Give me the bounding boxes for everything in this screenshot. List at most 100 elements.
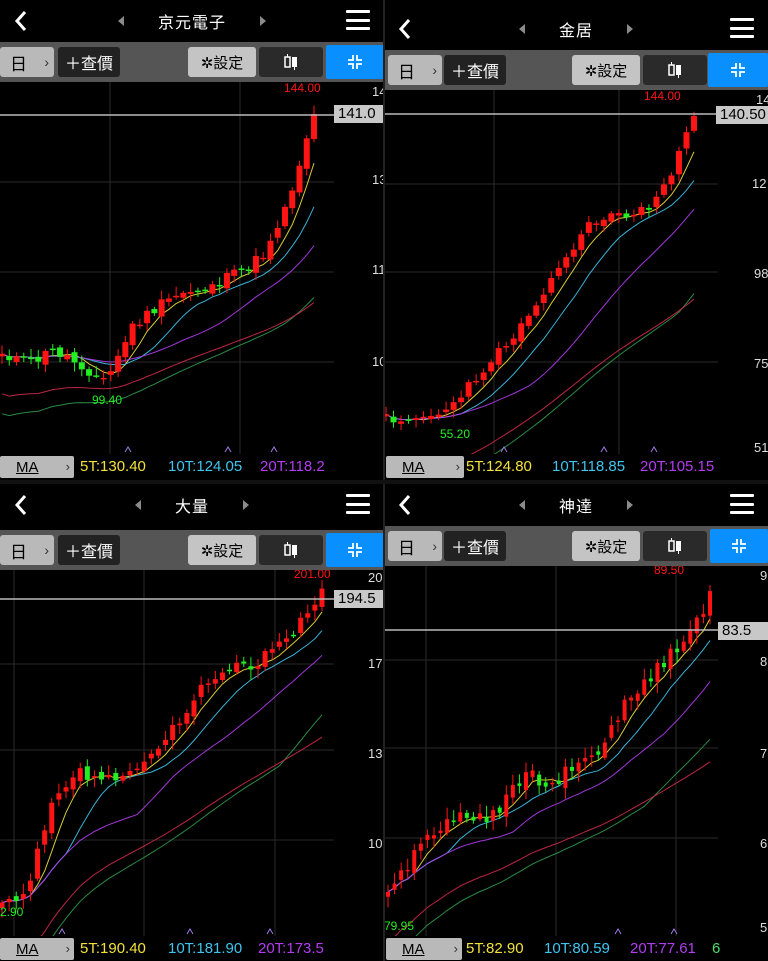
hamburger-menu-icon[interactable] [346, 10, 370, 30]
candlestick-chart[interactable]: 144.00 55.20 [384, 90, 768, 454]
focus-mode-button[interactable] [710, 529, 768, 563]
prev-stock-arrow-icon[interactable] [134, 500, 141, 510]
candle-body [443, 409, 450, 413]
candle-body [589, 755, 594, 758]
candle-body [311, 114, 317, 140]
ma-select-button[interactable]: MA › [0, 456, 74, 478]
moving-average-line [385, 208, 695, 421]
candle-body [609, 725, 614, 738]
prev-stock-arrow-icon[interactable] [117, 16, 124, 26]
period-label: 日 [398, 538, 415, 558]
y-axis-label: 20 [368, 570, 383, 585]
candle-body [165, 298, 172, 302]
focus-mode-button[interactable] [708, 53, 768, 87]
candle-body [255, 666, 261, 669]
hamburger-menu-icon[interactable] [730, 494, 754, 514]
candle-body [120, 775, 126, 781]
moving-average-line [494, 293, 695, 454]
add-price-query-button[interactable]: ＋查價 [58, 535, 120, 565]
candle-body [630, 214, 637, 217]
next-stock-arrow-icon[interactable] [260, 16, 266, 26]
candle-body [269, 649, 275, 653]
candle-body [56, 793, 62, 800]
next-stock-arrow-icon[interactable] [627, 500, 633, 510]
event-marker-icon [266, 928, 274, 935]
ma-select-button[interactable]: MA › [386, 456, 464, 478]
candle-type-button[interactable] [259, 535, 323, 565]
candlestick-chart[interactable]: 201.00 2.90 [0, 570, 384, 936]
prev-stock-arrow-icon[interactable] [518, 24, 525, 34]
candle-body [504, 794, 509, 817]
next-stock-arrow-icon[interactable] [243, 500, 249, 510]
candle-body [86, 369, 93, 376]
next-stock-arrow-icon[interactable] [627, 24, 633, 34]
add-price-query-button[interactable]: ＋查價 [444, 531, 506, 561]
period-select-button[interactable]: 日 › [388, 531, 442, 561]
candle-body [458, 397, 465, 403]
settings-button[interactable]: ✲設定 [572, 55, 640, 85]
candle-body [629, 697, 634, 701]
candle-type-button[interactable] [259, 47, 323, 77]
candle-body [231, 269, 238, 276]
settings-button[interactable]: ✲設定 [188, 47, 256, 77]
back-button[interactable] [10, 8, 32, 34]
event-marker-icon [186, 928, 194, 935]
add-price-query-button[interactable]: ＋查價 [58, 47, 120, 77]
candle-body [570, 766, 574, 771]
candle-body [13, 356, 20, 362]
candle-body [289, 190, 296, 209]
moving-average-line [1, 611, 323, 904]
candlestick-chart[interactable]: 144.00 99.40 [0, 82, 384, 454]
candle-body [205, 683, 211, 685]
candle-body [71, 352, 78, 363]
prev-stock-arrow-icon[interactable] [518, 500, 525, 510]
candlestick-chart[interactable]: 89.50 79.95 [384, 566, 768, 936]
candle-body [648, 678, 653, 682]
settings-button[interactable]: ✲設定 [572, 531, 640, 561]
candle-body [425, 834, 430, 840]
stock-title: 大量 [174, 499, 209, 516]
candle-body [399, 870, 404, 880]
candle-body [465, 382, 472, 397]
candle-type-button[interactable] [643, 55, 707, 85]
ma-select-button[interactable]: MA › [386, 938, 462, 960]
hamburger-menu-icon[interactable] [346, 494, 370, 514]
period-select-button[interactable]: 日 › [0, 47, 54, 77]
candle-body [319, 588, 325, 607]
candle-type-button[interactable] [643, 531, 707, 561]
add-price-query-button[interactable]: ＋查價 [444, 55, 506, 85]
candlestick-icon [284, 542, 297, 558]
candle-body [155, 748, 161, 756]
moving-average-line [387, 681, 711, 893]
candle-body [655, 662, 660, 682]
candle-body [248, 666, 254, 670]
focus-mode-button[interactable] [326, 533, 384, 567]
hamburger-menu-icon[interactable] [730, 18, 754, 38]
y-axis-label: 75 [754, 356, 768, 371]
candle-body [681, 641, 686, 651]
candle-body [241, 661, 247, 664]
ma-select-button[interactable]: MA › [0, 938, 74, 960]
low-price-label: 79.95 [384, 919, 414, 933]
candle-body [405, 419, 412, 421]
focus-mode-button[interactable] [326, 45, 384, 79]
candle-body [602, 742, 607, 758]
candle-body [615, 213, 622, 216]
stock-panel-foxconn-tech: 大量 日 › ＋查價 ✲設定 201.00 2.90 194.5 20 17 13… [0, 484, 384, 961]
period-select-button[interactable]: 日 › [388, 55, 442, 85]
chevron-left-icon [398, 495, 411, 515]
back-button[interactable] [394, 492, 416, 518]
back-button[interactable] [10, 492, 32, 518]
back-button[interactable] [394, 16, 416, 42]
candle-body [497, 807, 502, 813]
period-select-button[interactable]: 日 › [0, 535, 54, 565]
candle-body [281, 206, 288, 227]
current-price-label: 141.0 [334, 105, 384, 123]
low-price-label: 99.40 [92, 393, 122, 407]
settings-button[interactable]: ✲設定 [188, 535, 256, 565]
candle-body [20, 894, 26, 899]
panel-header: 京元電子 [0, 0, 384, 42]
y-axis-label: 98 [754, 266, 768, 281]
candle-body [170, 724, 176, 740]
candle-body [283, 638, 289, 642]
